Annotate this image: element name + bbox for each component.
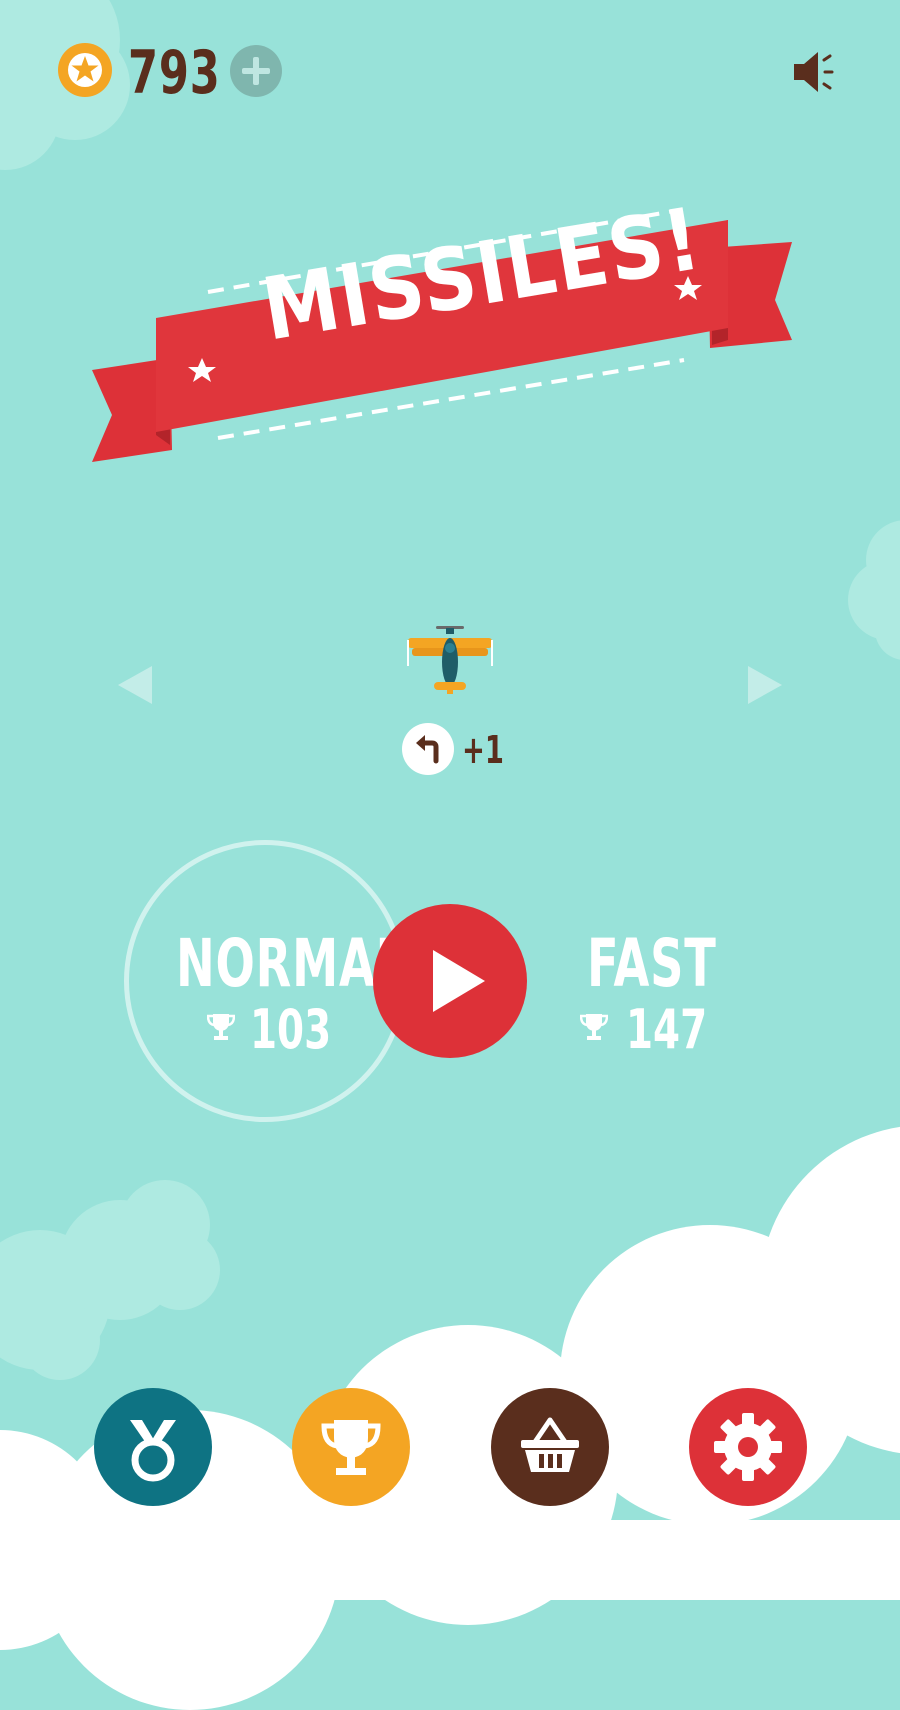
fast-best-score: 147 <box>626 998 708 1061</box>
achievements-button[interactable] <box>94 1388 212 1506</box>
turn-back-arrow-icon <box>402 723 454 775</box>
revive-bonus: +1 <box>462 728 504 772</box>
sound-button[interactable] <box>792 48 840 96</box>
speaker-icon <box>794 52 834 92</box>
play-button[interactable] <box>373 904 527 1058</box>
plane-icon <box>407 626 493 694</box>
normal-mode-label: NORMAL <box>176 925 406 1002</box>
fast-mode-label: FAST <box>587 925 717 1002</box>
gear-icon <box>714 1413 782 1481</box>
shop-button[interactable] <box>491 1388 609 1506</box>
triangle-right-icon[interactable] <box>740 662 786 708</box>
trophy-icon <box>580 1014 608 1040</box>
medal-icon <box>130 1420 176 1482</box>
basket-icon <box>521 1417 579 1472</box>
star-coin-icon <box>58 43 112 97</box>
add-coins-button[interactable] <box>230 45 282 97</box>
triangle-left-icon[interactable] <box>114 662 160 708</box>
coin-count: 793 <box>128 38 221 108</box>
leaderboard-button[interactable] <box>292 1388 410 1506</box>
normal-best-score: 103 <box>250 998 332 1061</box>
settings-button[interactable] <box>689 1388 807 1506</box>
trophy-icon <box>321 1420 381 1475</box>
play-icon <box>433 950 485 1012</box>
trophy-icon <box>207 1014 235 1040</box>
